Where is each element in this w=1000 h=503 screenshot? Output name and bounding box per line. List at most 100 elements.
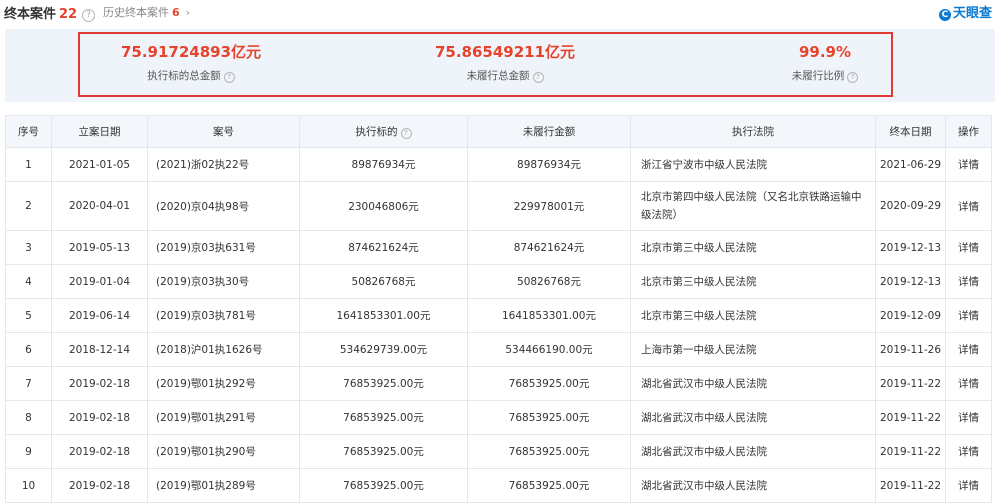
cell-court: 北京市第三中级人民法院 [630,298,876,333]
detail-link[interactable]: 详情 [945,332,992,367]
cell-closed-date: 2019-12-09 [875,298,946,333]
stat-total-unperformed: 75.86549211亿元 未履行总金额? [415,42,595,83]
cell-filed-date: 2018-12-14 [51,332,148,367]
cases-table: 序号 立案日期 案号 执行标的? 未履行金额 执行法院 终本日期 操作 1 202… [5,115,992,503]
cell-closed-date: 2019-11-22 [875,434,946,469]
cell-no: 9 [5,434,52,469]
cell-amount: 50826768元 [299,264,468,299]
cell-closed-date: 2019-11-22 [875,468,946,503]
help-icon[interactable]: ? [223,72,235,83]
stat-total-executed-label-text: 执行标的总金额 [147,70,221,82]
cell-court: 湖北省武汉市中级人民法院 [630,468,876,503]
cell-closed-date: 2019-12-13 [875,264,946,299]
cell-no: 6 [5,332,52,367]
table-row: 6 2018-12-14 (2018)沪01执1626号 534629739.00元 5… [5,332,992,367]
detail-link[interactable]: 详情 [945,147,992,182]
detail-link[interactable]: 详情 [945,230,992,265]
stat-unperformed-ratio-label-text: 未履行比例 [791,70,845,82]
cell-closed-date: 2019-12-13 [875,230,946,265]
history-cases-link[interactable]: 历史终本案件 6 › [103,4,190,20]
cell-amount: 89876934元 [299,147,468,182]
cell-unpaid: 534466190.00元 [467,332,631,367]
cell-amount: 230046806元 [299,181,468,231]
cell-no: 7 [5,366,52,401]
cell-amount: 76853925.00元 [299,400,468,435]
detail-link[interactable]: 详情 [945,298,992,333]
col-header-case-no: 案号 [147,115,300,148]
detail-link[interactable]: 详情 [945,434,992,469]
detail-link[interactable]: 详情 [945,264,992,299]
cell-filed-date: 2019-06-14 [51,298,148,333]
detail-link[interactable]: 详情 [945,468,992,503]
cell-case-no: (2018)沪01执1626号 [147,332,300,367]
cell-unpaid: 874621624元 [467,230,631,265]
logo-mark-icon: C [938,9,951,21]
cell-filed-date: 2019-02-18 [51,400,148,435]
stat-unperformed-ratio-value: 99.9% [798,43,852,61]
cell-case-no: (2019)京03执30号 [147,264,300,299]
cell-no: 2 [5,181,52,231]
col-header-amount-text: 执行标的 [355,126,398,138]
cell-amount: 534629739.00元 [299,332,468,367]
col-header-filed-date: 立案日期 [51,115,148,148]
cell-unpaid: 76853925.00元 [467,468,631,503]
help-icon[interactable]: ? [847,72,859,83]
help-icon[interactable]: ? [82,9,96,22]
cell-court: 北京市第四中级人民法院（又名北京铁路运输中级法院） [630,181,876,231]
cell-case-no: (2021)浙02执22号 [147,147,300,182]
stat-total-executed: 75.91724893亿元 执行标的总金额? [101,42,281,83]
col-header-amount: 执行标的? [299,115,468,148]
cell-amount: 76853925.00元 [299,366,468,401]
help-icon[interactable]: ? [400,128,412,139]
cell-no: 10 [5,468,52,503]
stat-total-executed-label: 执行标的总金额? [101,68,281,83]
cell-case-no: (2019)鄂01执289号 [147,468,300,503]
col-header-no: 序号 [5,115,52,148]
detail-link[interactable]: 详情 [945,400,992,435]
cell-court: 湖北省武汉市中级人民法院 [630,400,876,435]
cell-amount: 76853925.00元 [299,468,468,503]
stat-total-unperformed-label: 未履行总金额? [415,68,595,83]
section-title: 终本案件 22? [4,3,96,22]
stat-total-unperformed-value: 75.86549211亿元 [434,43,576,61]
cell-court: 北京市第三中级人民法院 [630,264,876,299]
cell-closed-date: 2019-11-22 [875,366,946,401]
table-row: 1 2021-01-05 (2021)浙02执22号 89876934元 8987693… [5,147,992,182]
table-row: 3 2019-05-13 (2019)京03执631号 874621624元 87462… [5,230,992,265]
table-header-row: 序号 立案日期 案号 执行标的? 未履行金额 执行法院 终本日期 操作 [5,115,992,148]
detail-link[interactable]: 详情 [945,181,992,231]
cell-case-no: (2019)鄂01执291号 [147,400,300,435]
table-row: 10 2019-02-18 (2019)鄂01执289号 76853925.00元 76… [5,468,992,503]
cell-unpaid: 229978001元 [467,181,631,231]
col-header-closed-date: 终本日期 [875,115,946,148]
history-cases-label: 历史终本案件 [103,6,169,19]
cell-amount: 874621624元 [299,230,468,265]
cell-unpaid: 50826768元 [467,264,631,299]
cell-unpaid: 76853925.00元 [467,400,631,435]
col-header-unpaid: 未履行金额 [467,115,631,148]
tianyancha-logo: C 天眼查 [938,2,992,21]
stat-total-unperformed-label-text: 未履行总金额 [466,70,530,82]
cell-filed-date: 2019-02-18 [51,366,148,401]
cell-no: 5 [5,298,52,333]
cell-unpaid: 76853925.00元 [467,434,631,469]
cell-no: 4 [5,264,52,299]
cell-filed-date: 2020-04-01 [51,181,148,231]
section-title-text: 终本案件 [4,7,57,22]
cell-filed-date: 2021-01-05 [51,147,148,182]
cell-case-no: (2019)京03执781号 [147,298,300,333]
summary-panel: 75.91724893亿元 执行标的总金额? 75.86549211亿元 未履行… [5,29,995,102]
detail-link[interactable]: 详情 [945,366,992,401]
table-row: 5 2019-06-14 (2019)京03执781号 1641853301.00元 1… [5,298,992,333]
cell-filed-date: 2019-05-13 [51,230,148,265]
table-row: 4 2019-01-04 (2019)京03执30号 50826768元 5082676… [5,264,992,299]
logo-text: 天眼查 [952,6,992,21]
cell-filed-date: 2019-02-18 [51,434,148,469]
cell-case-no: (2019)京03执631号 [147,230,300,265]
cell-case-no: (2019)鄂01执290号 [147,434,300,469]
chevron-right-icon: › [185,6,191,19]
cell-court: 浙江省宁波市中级人民法院 [630,147,876,182]
cell-unpaid: 1641853301.00元 [467,298,631,333]
cell-amount: 1641853301.00元 [299,298,468,333]
help-icon[interactable]: ? [532,72,544,83]
